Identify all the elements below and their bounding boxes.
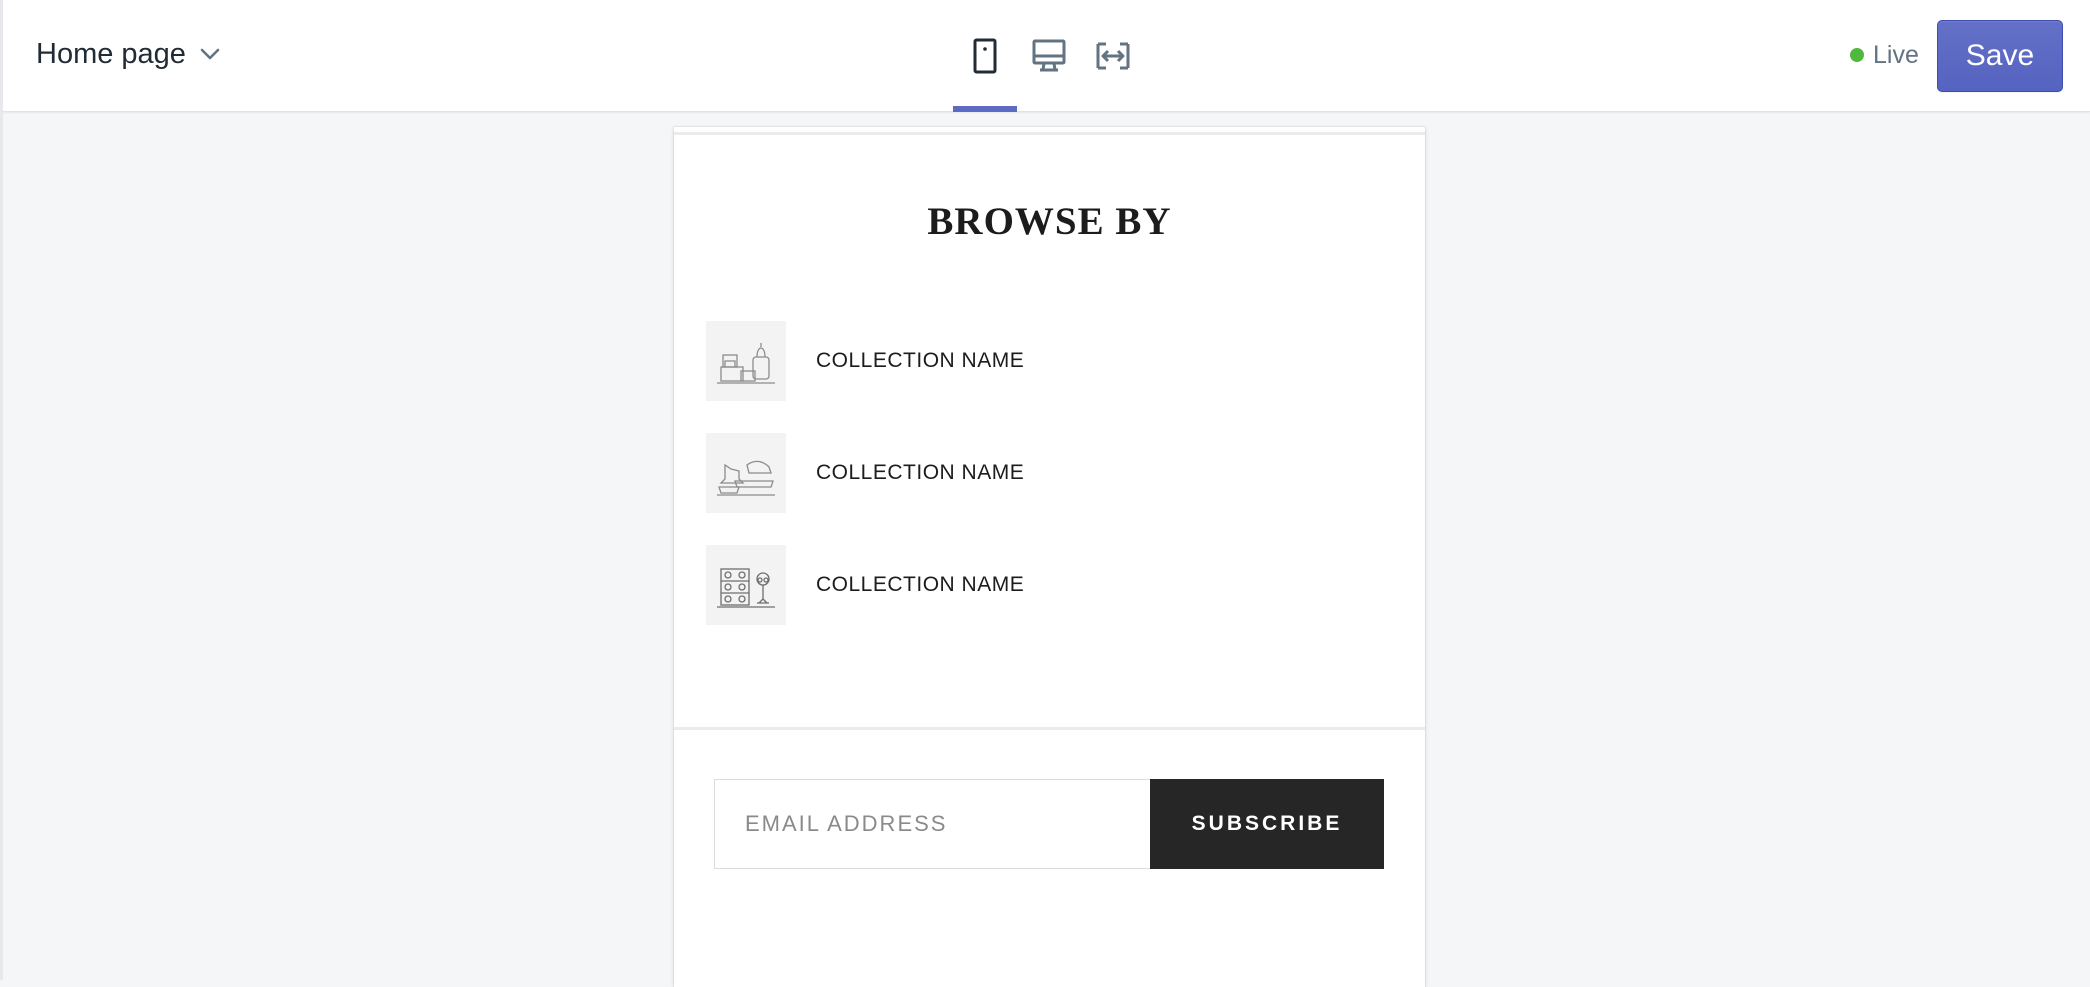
desktop-icon [1032,38,1066,112]
save-button[interactable]: Save [1937,20,2063,92]
view-fullwidth-button[interactable] [1081,0,1145,112]
status-label: Live [1873,40,1919,69]
collection-item[interactable]: COLLECTION NAME [706,433,1024,513]
collection-name: COLLECTION NAME [816,349,1025,372]
bags-illustration-icon [706,321,786,401]
status-dot-icon [1850,48,1864,62]
live-status: Live [1850,40,1919,70]
section-divider-top [674,132,1425,135]
view-desktop-button[interactable] [1017,0,1081,112]
view-mobile-button[interactable] [953,0,1017,112]
page-selector-label: Home page [36,37,186,70]
subscribe-button[interactable]: SUBSCRIBE [1150,779,1384,869]
collection-list: COLLECTION NAME COLLECTION NAME COLLECTI… [706,321,1024,657]
browse-by-heading: BROWSE BY [927,200,1172,243]
collection-item[interactable]: COLLECTION NAME [706,321,1024,401]
email-address-input[interactable] [714,779,1150,869]
accessories-illustration-icon [706,545,786,625]
newsletter-form: SUBSCRIBE [714,779,1384,869]
collection-item[interactable]: COLLECTION NAME [706,545,1024,625]
collection-name: COLLECTION NAME [816,573,1025,596]
expand-horizontal-icon [1096,38,1130,112]
shoes-illustration-icon [706,433,786,513]
editor-topbar: Home page Live Save [0,0,2090,112]
left-panel-edge [0,112,3,980]
chevron-down-icon [200,47,220,61]
collection-name: COLLECTION NAME [816,461,1025,484]
view-mode-toggle [953,0,1145,112]
section-divider [674,727,1425,730]
page-selector[interactable]: Home page [36,34,220,74]
mobile-icon [971,38,999,112]
theme-preview-frame: BROWSE BY COLLECTION NAME COLLECTION NAM… [674,127,1425,987]
